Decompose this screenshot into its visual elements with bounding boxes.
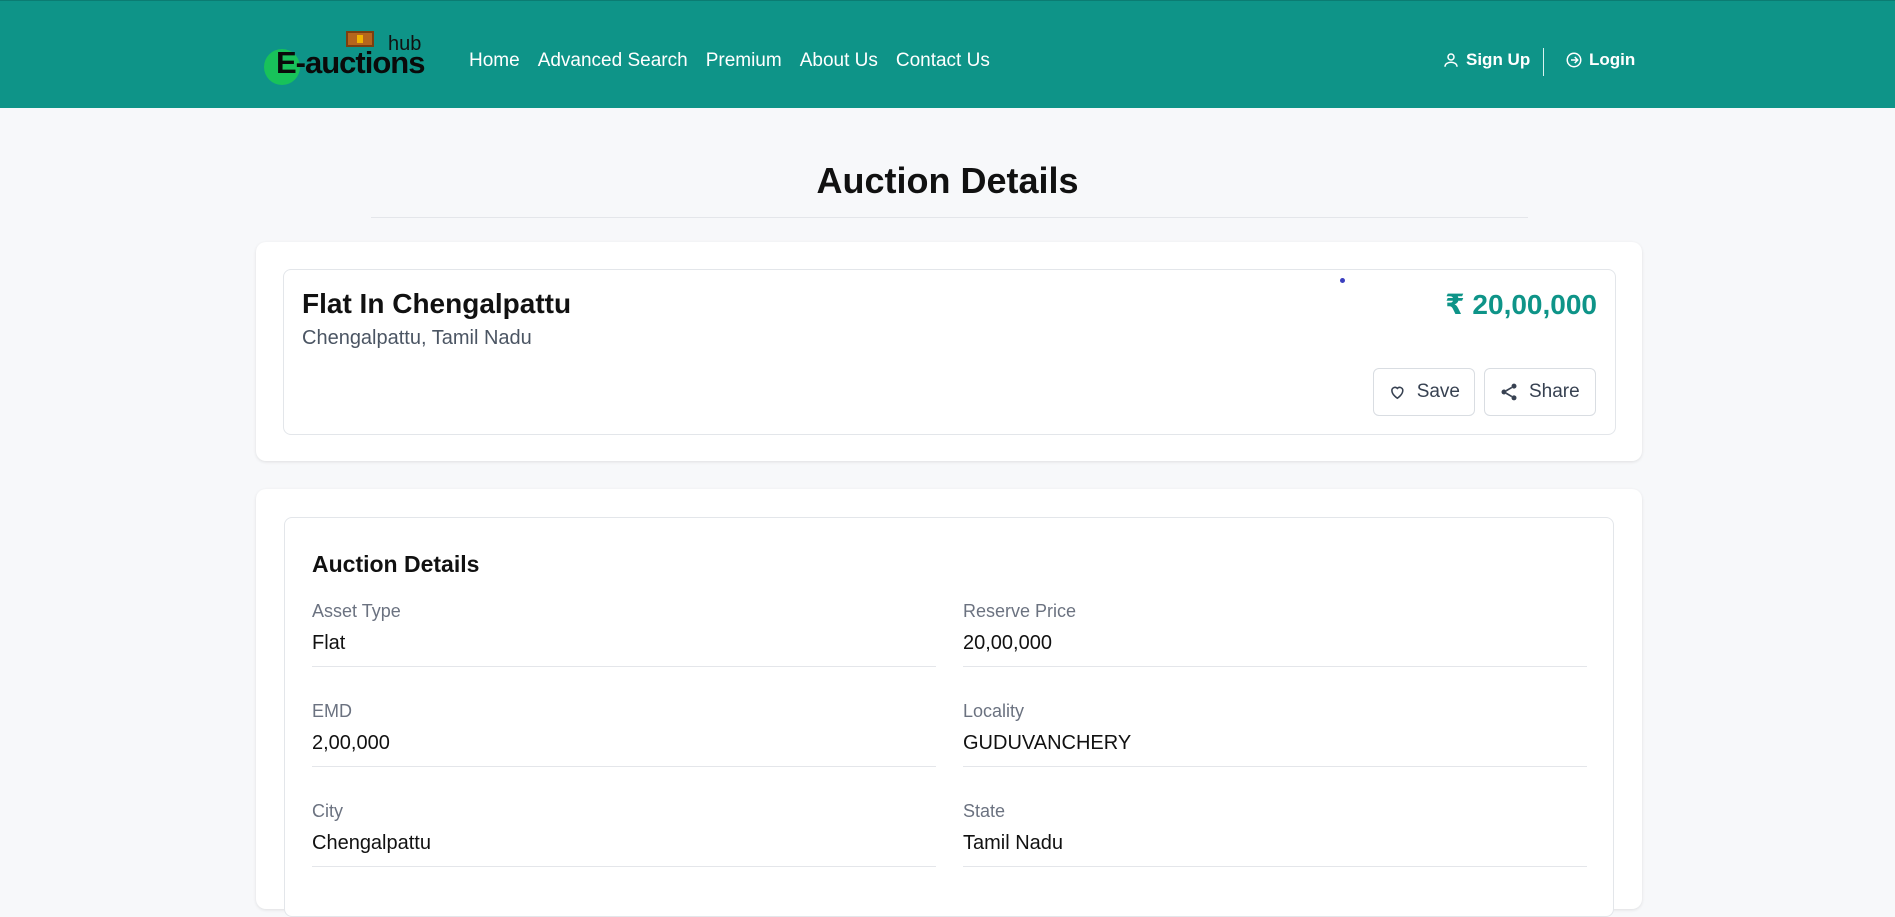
share-button-label: Share — [1529, 381, 1580, 402]
heart-icon — [1391, 386, 1404, 400]
field-label: Asset Type — [312, 601, 401, 621]
user-icon — [1444, 53, 1458, 67]
indicator-dot — [1340, 278, 1345, 283]
sign-up-label: Sign Up — [1466, 50, 1531, 69]
nav-premium-link[interactable]: Premium — [706, 50, 782, 72]
share-button[interactable]: Share — [1484, 368, 1596, 416]
field-value: 2,00,000 — [312, 732, 390, 754]
logo-hub-text: hub — [388, 33, 422, 55]
emd-field: EMD 2,00,000 — [312, 701, 936, 767]
field-value: 20,00,000 — [963, 632, 1052, 654]
field-value: Flat — [312, 632, 346, 654]
save-button-label: Save — [1416, 381, 1460, 402]
field-value: GUDUVANCHERY — [963, 732, 1132, 754]
page-title: Auction Details — [816, 160, 1079, 201]
section-title: Auction Details — [312, 551, 480, 577]
site-logo[interactable]: E-auctions hub — [264, 29, 430, 85]
auction-details-panel: Auction Details Asset Type Flat Reserve … — [284, 517, 1614, 917]
asset-type-field: Asset Type Flat — [312, 601, 936, 667]
login-link[interactable]: Login — [1565, 50, 1635, 70]
title-divider — [371, 217, 1528, 218]
nav-contact-us-link[interactable]: Contact Us — [896, 50, 990, 72]
save-button[interactable]: Save — [1373, 368, 1475, 416]
field-label: Locality — [963, 701, 1025, 721]
listing-summary-panel: Flat In Chengalpattu Chengalpattu, Tamil… — [283, 269, 1616, 435]
field-label: City — [312, 801, 343, 821]
state-field: State Tamil Nadu — [963, 801, 1587, 867]
login-icon — [1566, 52, 1582, 68]
auction-details-card: Auction Details Asset Type Flat Reserve … — [256, 489, 1642, 917]
top-navigation-bar: E-auctions hub Home Advanced Search Prem… — [0, 0, 1895, 108]
listing-location: Chengalpattu, Tamil Nadu — [302, 327, 532, 349]
main-nav: Home Advanced Search Premium About Us Co… — [469, 50, 1008, 72]
listing-summary-card: Flat In Chengalpattu Chengalpattu, Tamil… — [256, 242, 1642, 461]
listing-price: ₹ 20,00,000 — [1445, 289, 1597, 320]
sign-up-link[interactable]: Sign Up — [1442, 50, 1530, 70]
login-label: Login — [1589, 50, 1636, 69]
share-icon — [1501, 383, 1517, 401]
field-label: State — [963, 801, 1006, 821]
nav-home-link[interactable]: Home — [469, 50, 520, 72]
field-value: Tamil Nadu — [963, 832, 1064, 854]
nav-about-us-link[interactable]: About Us — [800, 50, 878, 72]
field-label: EMD — [312, 701, 352, 721]
field-value: Chengalpattu — [312, 832, 431, 854]
reserve-price-field: Reserve Price 20,00,000 — [963, 601, 1587, 667]
listing-title: Flat In Chengalpattu — [302, 288, 572, 319]
field-label: Reserve Price — [963, 601, 1077, 621]
auth-divider — [1543, 48, 1544, 76]
city-field: City Chengalpattu — [312, 801, 936, 867]
nav-advanced-search-link[interactable]: Advanced Search — [538, 50, 688, 72]
locality-field: Locality GUDUVANCHERY — [963, 701, 1587, 767]
